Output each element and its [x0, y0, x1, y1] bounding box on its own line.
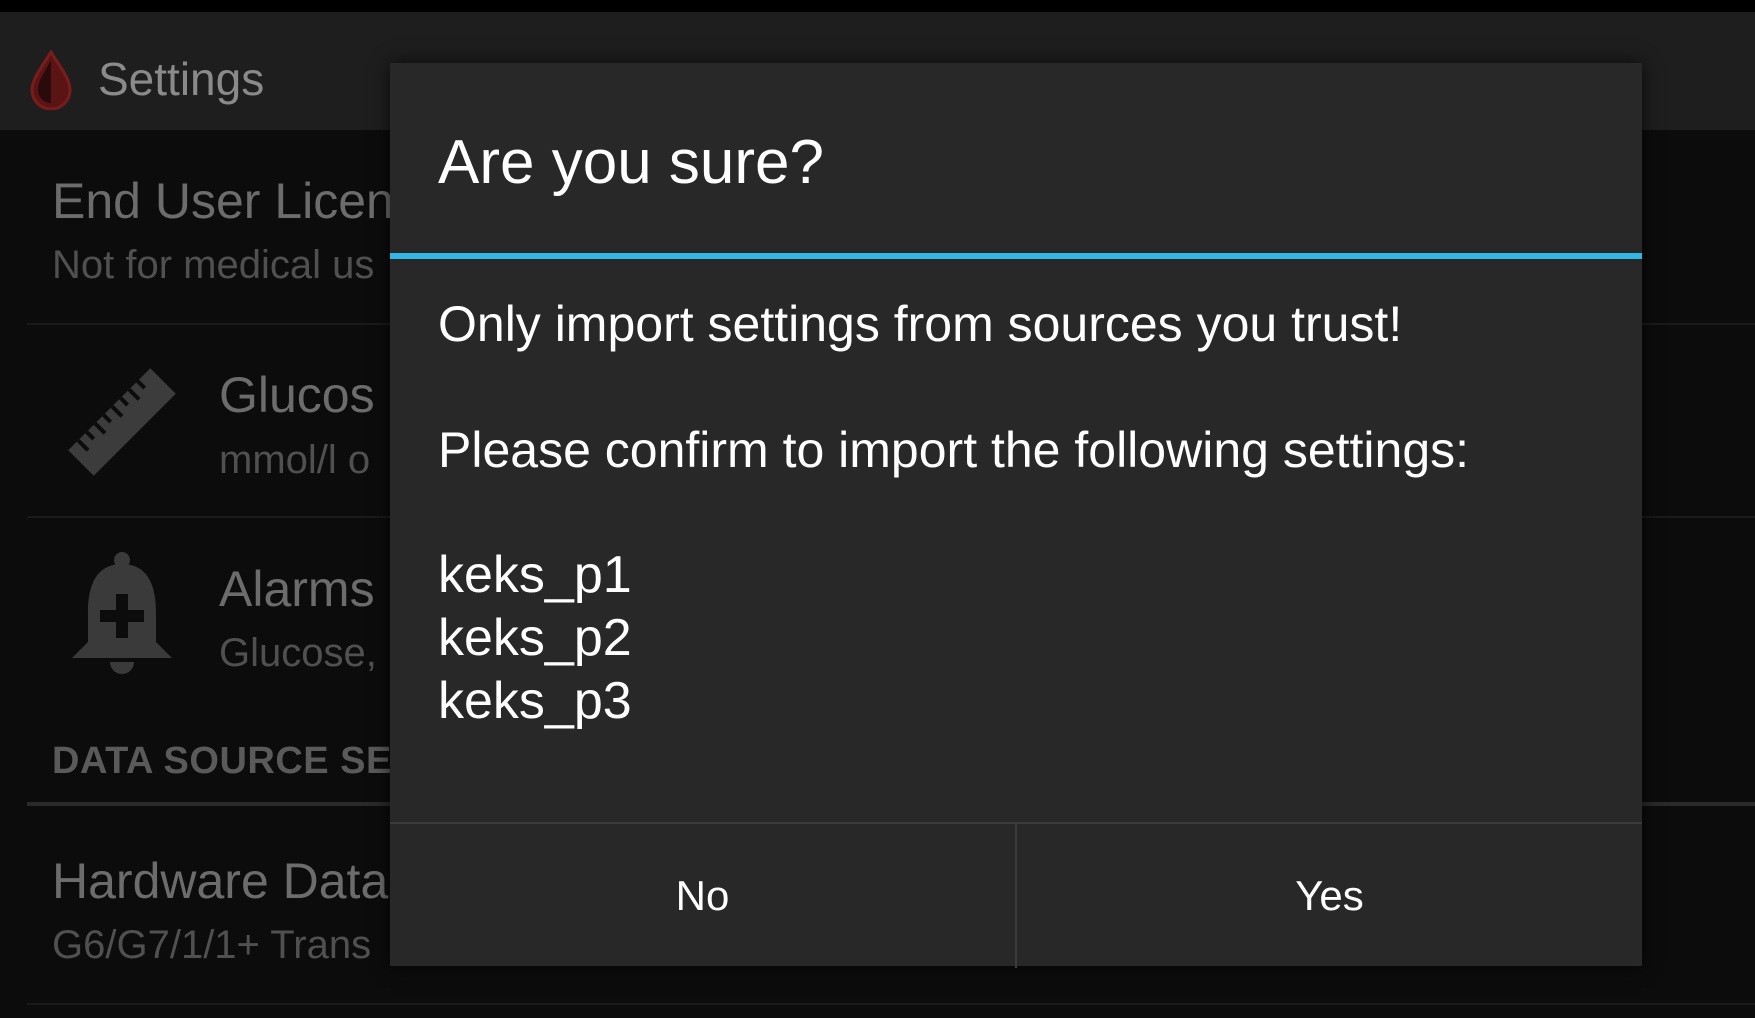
dialog-title-divider [390, 253, 1642, 259]
pref-hardware-title: Hardware Data [52, 853, 389, 909]
ruler-icon [68, 368, 176, 476]
pref-alarms-summary: Glucose, [219, 631, 377, 675]
dialog-warning-text: Only import settings from sources you tr… [438, 296, 1403, 352]
pref-license-summary: Not for medical us [52, 243, 375, 287]
no-button[interactable]: No [390, 824, 1015, 968]
dialog-button-bar: No Yes [390, 822, 1642, 968]
dialog-title: Are you sure? [438, 128, 824, 197]
import-setting-item: keks_p2 [438, 609, 632, 667]
confirm-dialog: Are you sure? Only import settings from … [390, 63, 1642, 968]
screen: Settings End User Licen Not for medical … [0, 0, 1755, 1018]
divider [27, 1003, 1755, 1005]
pref-hardware-summary: G6/G7/1/1+ Trans [52, 923, 372, 967]
blood-drop-icon[interactable] [28, 50, 74, 110]
import-setting-item: keks_p3 [438, 672, 632, 730]
pref-alarms-title: Alarms [219, 561, 375, 617]
category-header: DATA SOURCE SE [52, 740, 392, 782]
bell-plus-icon [72, 552, 172, 674]
pref-glucose-title: Glucos [219, 367, 375, 423]
pref-license-title: End User Licen [52, 173, 394, 229]
import-setting-item: keks_p1 [438, 546, 632, 604]
status-bar [0, 0, 1755, 12]
yes-button[interactable]: Yes [1017, 824, 1642, 968]
action-bar-title: Settings [98, 53, 265, 105]
pref-glucose-summary: mmol/l o [219, 438, 371, 482]
dialog-confirm-text: Please confirm to import the following s… [438, 422, 1470, 478]
